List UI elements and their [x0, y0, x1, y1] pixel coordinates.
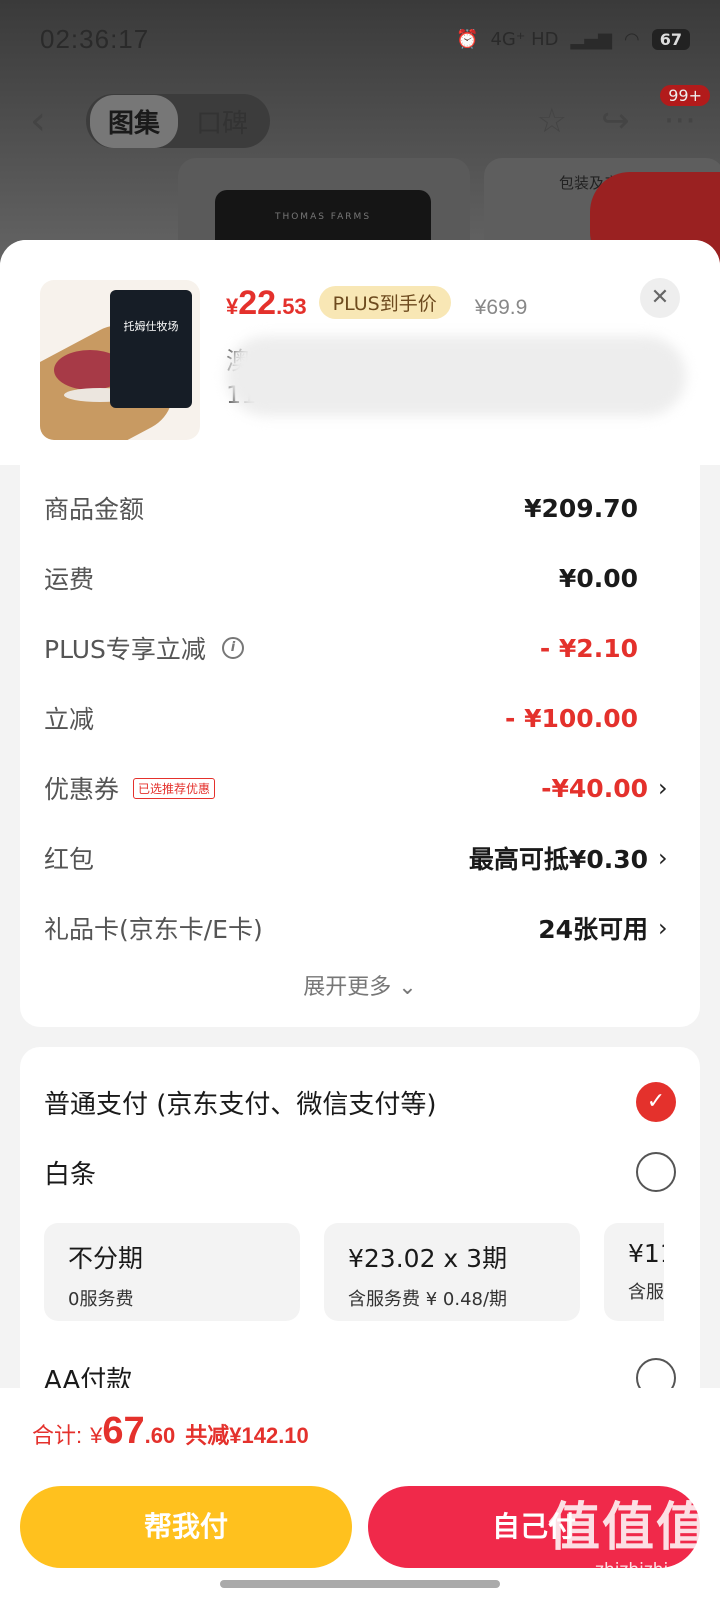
payment-option-normal[interactable]: 普通支付 (京东支付、微信支付等) ✓: [44, 1067, 676, 1137]
plan-option[interactable]: ¥23.02 x 3期 含服务费 ¥ 0.48/期: [324, 1223, 580, 1321]
red-packet-row[interactable]: 红包 最高可抵¥0.30 ›: [20, 823, 700, 893]
plan-option[interactable]: ¥11 含服: [604, 1223, 664, 1321]
gift-card-row[interactable]: 礼品卡(京东卡/E卡) 24张可用 ›: [20, 893, 700, 963]
top-navigation: ‹ 图集 口碑 ☆ ↪ ··· 99+: [30, 85, 710, 150]
tab-switcher: 图集 口碑: [86, 94, 271, 148]
tab-reviews[interactable]: 口碑: [178, 95, 266, 148]
breakdown-row: PLUS专享立减 i - ¥2.10: [44, 633, 638, 665]
chevron-right-icon: ›: [658, 844, 668, 872]
close-icon[interactable]: ✕: [640, 278, 680, 318]
payment-option-baitiao[interactable]: 白条: [44, 1137, 676, 1207]
chevron-left-icon[interactable]: ‹: [30, 98, 70, 144]
price-breakdown: 商品金额 ¥209.70 运费 ¥0.00 PLUS专享立减 i - ¥2.10 …: [20, 465, 700, 1027]
status-time: 02:36:17: [40, 23, 150, 54]
installment-plans: 不分期 0服务费 ¥23.02 x 3期 含服务费 ¥ 0.48/期 ¥11 含…: [44, 1223, 664, 1321]
chevron-right-icon: ›: [658, 774, 668, 802]
wifi-icon: ◠: [624, 28, 640, 50]
product-thumbnail: 托姆仕牧场: [40, 280, 200, 440]
payment-methods: 普通支付 (京东支付、微信支付等) ✓ 白条 不分期 0服务费 ¥23.02 x…: [20, 1047, 700, 1407]
notification-badge: 99+: [660, 85, 710, 106]
chevron-right-icon: ›: [658, 914, 668, 942]
alarm-icon: ⏰: [456, 28, 479, 50]
chevron-down-icon: ⌄: [398, 975, 417, 1000]
checkout-footer: 合计: ¥67.60 共减¥142.10 帮我付 自己付 值值值 zhizhiz…: [0, 1388, 720, 1600]
watermark: 值值值 zhizhizhi.com: [547, 1498, 710, 1580]
status-bar: 02:36:17 ⏰ 4G⁺ HD ▂▄▆ ◠ 67: [40, 22, 690, 56]
tab-gallery[interactable]: 图集: [90, 94, 179, 148]
product-header: 托姆仕牧场 ¥22.53 PLUS到手价 ¥69.9 ✕ 澳 11: [0, 240, 720, 465]
breakdown-row: 立减 - ¥100.00: [44, 703, 638, 735]
price-row: ¥22.53 PLUS到手价 ¥69.9: [226, 284, 527, 323]
original-price: ¥69.9: [474, 296, 528, 319]
expand-more-button[interactable]: 展开更多 ⌄: [20, 969, 700, 1001]
star-icon[interactable]: ☆: [537, 101, 567, 141]
more-icon[interactable]: ···: [664, 101, 696, 141]
help-me-pay-button[interactable]: 帮我付: [20, 1486, 352, 1568]
radio-button[interactable]: [636, 1152, 676, 1192]
product-price: ¥22.53: [226, 284, 307, 322]
recommended-tag: 已选推荐优惠: [133, 777, 216, 799]
order-total: 合计: ¥67.60 共减¥142.10: [32, 1410, 309, 1452]
battery-indicator: 67: [651, 28, 690, 50]
home-indicator[interactable]: [220, 1580, 500, 1588]
redacted-title: [226, 336, 686, 416]
coupon-row[interactable]: 优惠券 已选推荐优惠 -¥40.00 ›: [20, 753, 700, 823]
breakdown-row: 商品金额 ¥209.70: [44, 493, 638, 525]
plus-price-tag: PLUS到手价: [318, 286, 451, 319]
total-saved: 共减¥142.10: [185, 1423, 309, 1448]
checkout-sheet: 托姆仕牧场 ¥22.53 PLUS到手价 ¥69.9 ✕ 澳 11 商品金额 ¥…: [0, 240, 720, 1600]
breakdown-row: 运费 ¥0.00: [44, 563, 638, 595]
network-label: 4G⁺ HD: [490, 28, 559, 50]
product-bag: 托姆仕牧场: [110, 290, 192, 408]
check-icon[interactable]: ✓: [636, 1082, 676, 1122]
signal-icon: ▂▄▆: [570, 28, 613, 50]
plan-option[interactable]: 不分期 0服务费: [44, 1223, 300, 1321]
share-icon[interactable]: ↪: [601, 101, 630, 141]
info-icon[interactable]: i: [221, 637, 244, 659]
